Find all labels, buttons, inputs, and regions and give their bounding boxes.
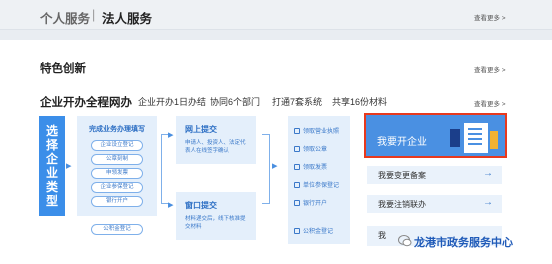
branch-connector (161, 134, 169, 204)
doc-icon (294, 128, 300, 135)
flow-start-char: 业 (45, 166, 58, 180)
tab-corporate-services[interactable]: 法人服务 (102, 8, 152, 27)
result-label: 领取营业执照 (303, 129, 340, 135)
step-pill[interactable]: 公积金登记 (91, 224, 143, 235)
section-title-innovation: 特色创新 (40, 63, 86, 75)
merge-connector (262, 134, 270, 204)
window-header: 窗口提交 (185, 201, 217, 210)
arrow-right-icon: ▸ (66, 160, 72, 172)
documents-illustration-icon (450, 123, 498, 153)
business-form-steps: 完成业务办理填写 企业设立登记 公章刻制 申领发票 企业参保登记 银行开户 (77, 116, 157, 216)
flow-start-char: 类 (45, 180, 58, 194)
change-filing-button[interactable]: 我要变更备案 → (367, 166, 502, 184)
online-text: 申请人、投资人、法定代表人在线签字确认 (185, 140, 246, 154)
window-submission: 窗口提交 材料递交后，线下核准提交材料 (176, 192, 256, 240)
step-pill[interactable]: 申领发票 (91, 168, 143, 179)
window-text: 材料递交后，线下核准提交材料 (185, 216, 246, 230)
result-item: 银行开户 (294, 198, 327, 207)
section-title-enterprise-setup: 企业开办全程网办 (40, 97, 132, 109)
online-submission: 网上提交 申请人、投资人、法定代表人在线签字确认 (176, 116, 256, 164)
result-label: 单位参保登记 (303, 183, 340, 189)
doc-icon (294, 228, 300, 235)
highlight-item: 协同6个部门 (210, 97, 261, 107)
result-item: 领取发票 (294, 162, 327, 171)
tab-separator: | (92, 8, 96, 22)
arrow-right-icon: → (483, 168, 493, 179)
flow-start-char: 选 (45, 124, 58, 138)
online-header: 网上提交 (185, 125, 217, 134)
result-label: 领取发票 (303, 165, 328, 171)
step-pill[interactable]: 公章刻制 (91, 154, 143, 165)
doc-icon (294, 164, 300, 171)
flow-start-char: 企 (45, 152, 58, 166)
result-item: 公积金登记 (294, 226, 333, 235)
cancel-business-label: 我要注销联办 (378, 200, 426, 209)
arrow-right-icon: ▸ (272, 160, 278, 172)
view-more-link[interactable]: 查看更多 > (474, 98, 506, 108)
top-tab-bar: 个人服务 | 法人服务 查看更多 > (0, 0, 552, 30)
doc-icon (294, 182, 300, 189)
change-filing-label: 我要变更备案 (378, 171, 426, 180)
more-action-label: 我 (378, 231, 386, 240)
result-label: 领取公章 (303, 147, 328, 153)
doc-icon (294, 146, 300, 153)
result-item: 单位参保登记 (294, 180, 339, 189)
step-pill[interactable]: 企业参保登记 (91, 182, 143, 193)
result-label: 公积金登记 (303, 229, 334, 235)
open-business-button[interactable]: 我要开企业 (364, 113, 507, 158)
view-more-link[interactable]: 查看更多 > (474, 12, 506, 22)
result-item: 领取营业执照 (294, 126, 339, 135)
view-more-link[interactable]: 查看更多 > (474, 64, 506, 74)
result-list: 领取营业执照 领取公章 领取发票 单位参保登记 银行开户 (288, 116, 350, 216)
highlight-item: 打通7套系统 (272, 97, 323, 107)
flow-start-char: 择 (45, 138, 58, 152)
result-label: 银行开户 (303, 201, 328, 207)
highlight-item: 企业开办1日办结 (138, 97, 207, 107)
select-enterprise-type[interactable]: 选 择 企 业 类 型 (39, 116, 65, 216)
result-item: 领取公章 (294, 144, 327, 153)
step-pill[interactable]: 企业设立登记 (91, 140, 143, 151)
step-pill[interactable]: 银行开户 (91, 196, 143, 207)
result-list-cont: 公积金登记 (288, 216, 350, 244)
watermark-text: 龙港市政务服务中心 (414, 237, 513, 249)
step-header: 完成业务办理填写 (89, 126, 145, 133)
cancel-business-button[interactable]: 我要注销联办 → (367, 195, 502, 213)
arrow-right-icon: ▸ (168, 129, 174, 141)
wechat-icon (398, 235, 412, 247)
arrow-right-icon: ▸ (168, 199, 174, 211)
flow-start-char: 型 (45, 194, 58, 208)
arrow-right-icon: → (483, 197, 493, 208)
open-business-label: 我要开企业 (377, 137, 427, 148)
tab-personal-services[interactable]: 个人服务 (40, 8, 90, 27)
doc-icon (294, 200, 300, 207)
highlight-item: 共享16份材料 (332, 97, 388, 107)
